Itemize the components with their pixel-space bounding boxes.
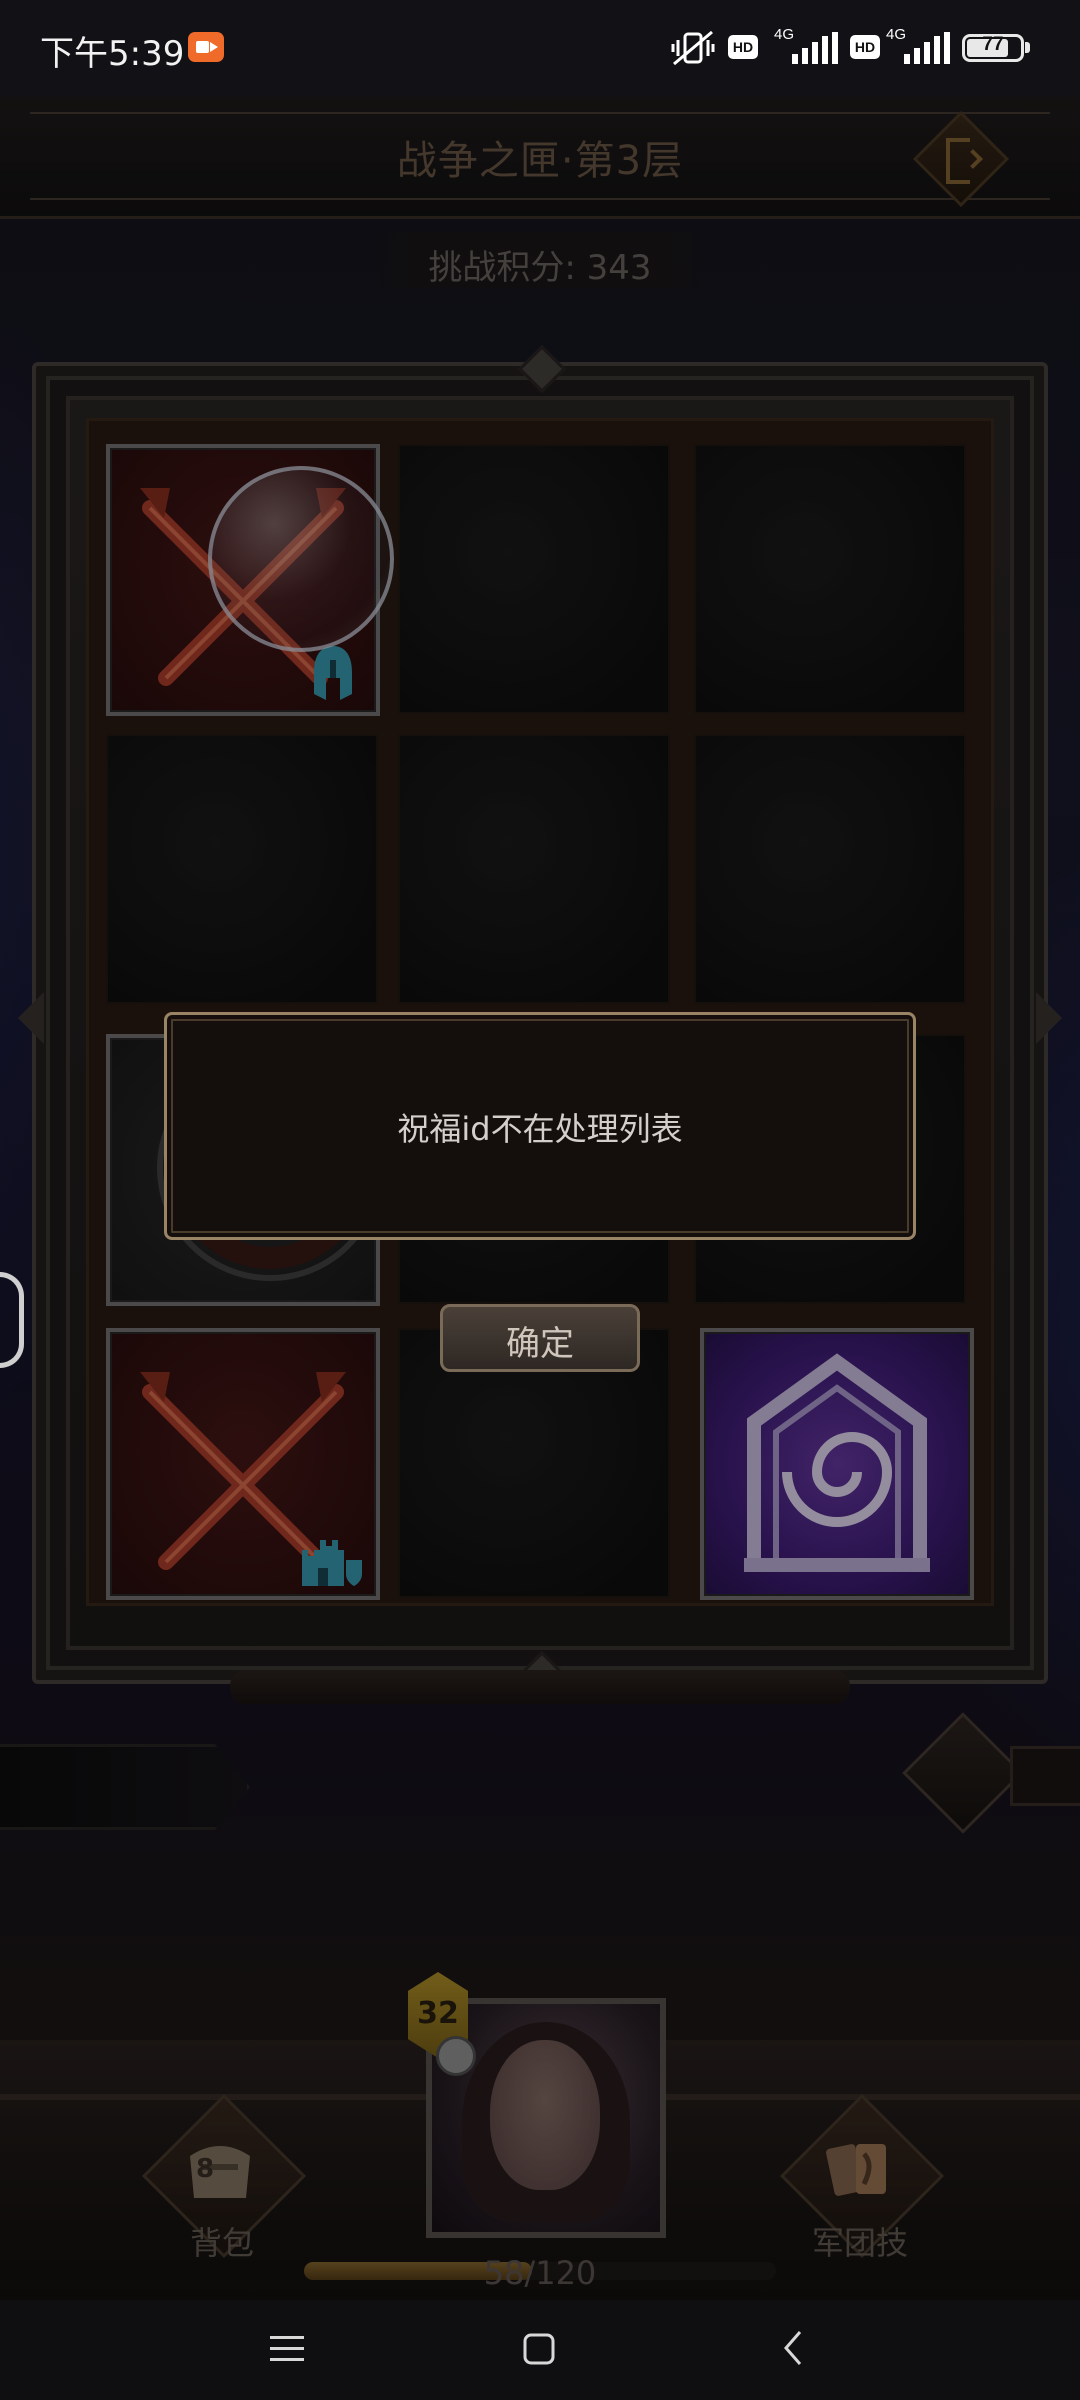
home-icon[interactable] bbox=[520, 2330, 560, 2370]
battery-icon: 77 bbox=[962, 34, 1024, 62]
hd-icon: HD bbox=[728, 35, 758, 59]
menu-icon[interactable] bbox=[268, 2332, 308, 2366]
status-time: 下午5:39 bbox=[40, 34, 185, 74]
confirm-button-label: 确定 bbox=[506, 1324, 574, 1364]
signal-icon bbox=[792, 32, 838, 64]
system-nav-bar bbox=[0, 2300, 1080, 2400]
screen-record-icon bbox=[188, 32, 224, 62]
dialog-message: 祝福id不在处理列表 bbox=[397, 1110, 683, 1148]
status-bar: 下午5:39 HD 4G HD 4G 77 bbox=[0, 0, 1080, 96]
back-icon[interactable] bbox=[778, 2328, 808, 2368]
hd-icon-2: HD bbox=[850, 35, 880, 59]
battery-tip bbox=[1025, 42, 1030, 53]
battery-level: 77 bbox=[982, 34, 1004, 55]
vibrate-off-icon bbox=[671, 30, 715, 66]
edge-gesture-handle[interactable] bbox=[0, 1272, 24, 1368]
signal-icon-2 bbox=[904, 32, 950, 64]
